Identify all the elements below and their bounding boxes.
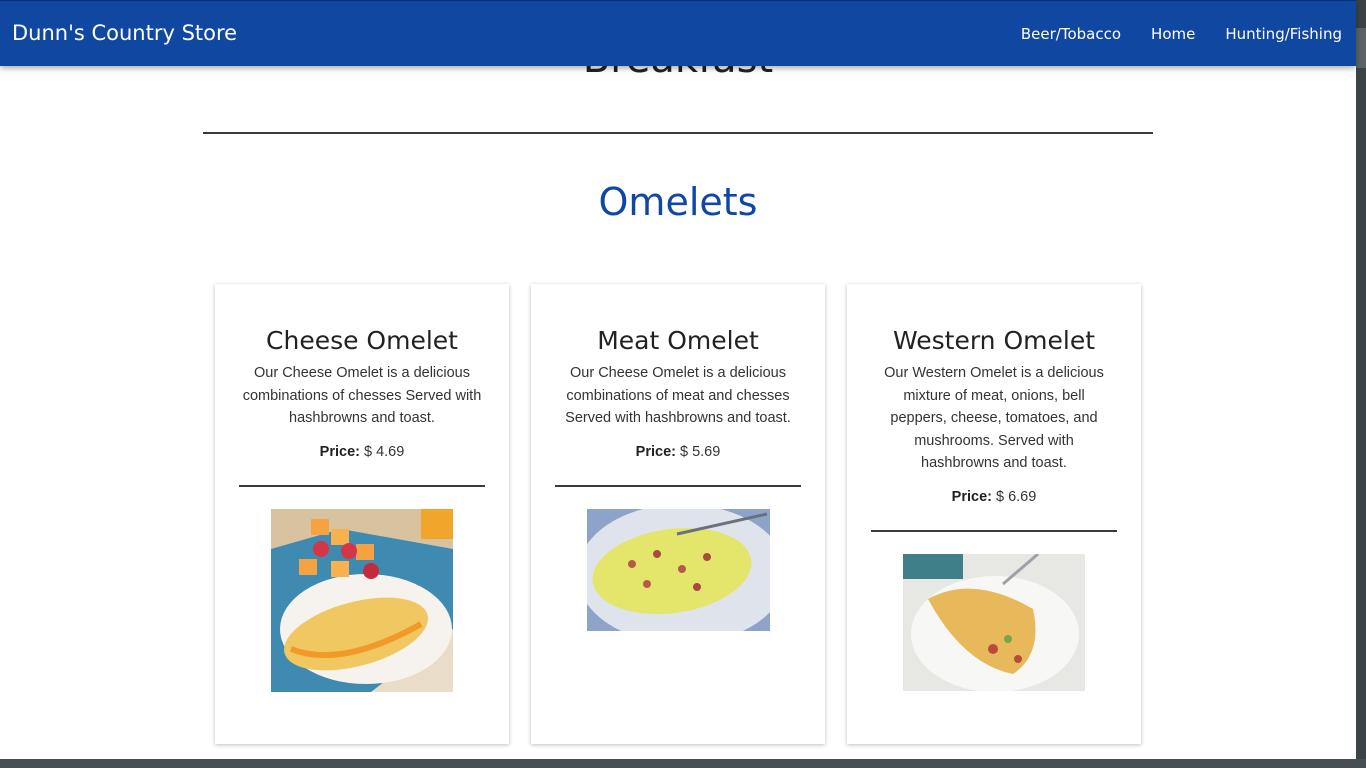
card-title: Cheese Omelet (266, 326, 458, 355)
card-description: Our Cheese Omelet is a delicious combina… (242, 365, 482, 426)
vertical-scrollbar[interactable] (1356, 0, 1366, 760)
menu-card-cheese-omelet: Cheese Omelet Our Cheese Omelet is a del… (215, 284, 509, 744)
section-divider (203, 132, 1153, 134)
card-description: Our Cheese Omelet is a delicious combina… (565, 365, 791, 426)
cheese-omelet-image (271, 508, 453, 692)
menu-card-meat-omelet: Meat Omelet Our Cheese Omelet is a delic… (531, 284, 825, 744)
card-price: Price: $ 4.69 (215, 444, 509, 460)
price-label: Price: (951, 488, 992, 505)
card-title: Meat Omelet (597, 326, 759, 355)
card-title: Western Omelet (892, 326, 1095, 355)
nav-link-home[interactable]: Home (1151, 25, 1195, 43)
price-label: Price: (635, 443, 676, 460)
section-title: Omelets (598, 180, 758, 224)
price-value: $ 4.69 (364, 443, 405, 460)
nav-links: Beer/Tobacco Home Hunting/Fishing (991, 25, 1342, 43)
card-description: Our Western Omelet is a delicious mixtur… (884, 365, 1104, 471)
nav-link-hunting-fishing[interactable]: Hunting/Fishing (1225, 25, 1342, 43)
meat-omelet-image (586, 508, 770, 631)
nav-link-beer-tobacco[interactable]: Beer/Tobacco (1021, 25, 1121, 43)
price-value: $ 5.69 (680, 443, 721, 460)
scrollbar-thumb[interactable] (1356, 28, 1366, 68)
card-divider (555, 484, 801, 487)
card-price: Price: $ 6.69 (847, 489, 1141, 505)
brand-link[interactable]: Dunn's Country Store (12, 21, 237, 45)
card-divider (239, 484, 485, 487)
horizontal-scrollbar[interactable] (0, 759, 1366, 768)
price-label: Price: (319, 443, 360, 460)
card-divider (871, 529, 1117, 532)
menu-card-western-omelet: Western Omelet Our Western Omelet is a d… (847, 284, 1141, 744)
price-value: $ 6.69 (996, 488, 1037, 505)
card-price: Price: $ 5.69 (531, 444, 825, 460)
top-navbar: Dunn's Country Store Beer/Tobacco Home H… (0, 0, 1356, 66)
western-omelet-image (903, 553, 1085, 691)
